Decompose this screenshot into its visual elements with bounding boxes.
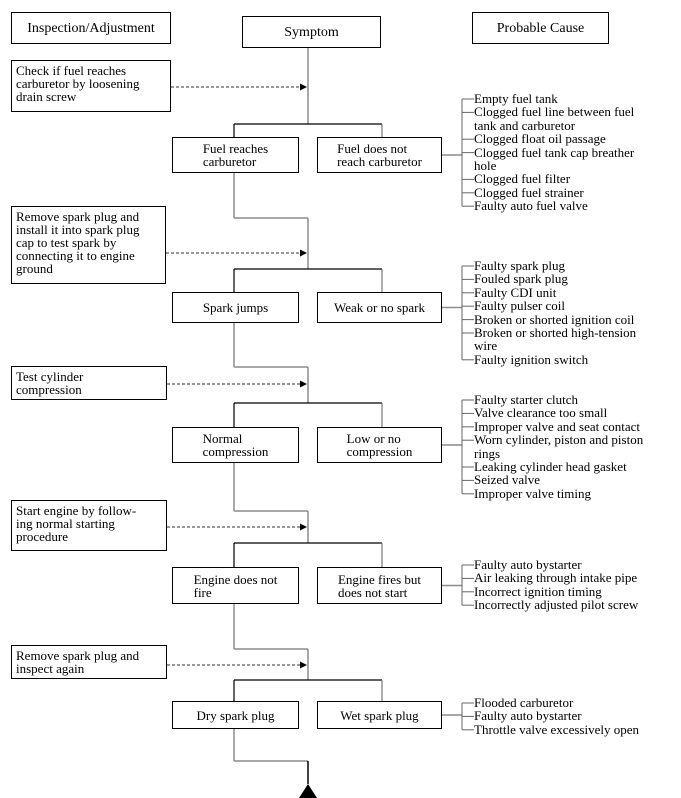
probable-cause-item: Faulty starter clutch xyxy=(474,392,578,407)
inspection-step-text: Remove spark plug and install it into spa… xyxy=(16,210,161,275)
header-inspection-adjustment: Inspection/Adjustment xyxy=(11,12,171,44)
symptom-ok-text: Engine does not fire xyxy=(194,573,278,599)
inspection-step-text: Remove spark plug and inspect again xyxy=(16,649,162,675)
inspection-step-text-line: procedure xyxy=(16,529,68,544)
symptom-ok-text: Dry spark plug xyxy=(197,709,275,722)
inspection-step-box: Check if fuel reaches carburetor by loose… xyxy=(11,60,171,112)
probable-cause-item: Faulty auto fuel valve xyxy=(474,198,588,214)
inspection-step-box: Remove spark plug and install it into spa… xyxy=(11,206,166,284)
symptom-fail-text: Weak or no spark xyxy=(334,301,425,314)
symptom-fail-text-line: Wet spark plug xyxy=(340,707,419,723)
probable-cause-item: Faulty CDI unit xyxy=(474,284,557,300)
symptom-ok-text-line: Engine does not xyxy=(193,571,278,587)
probable-cause-item: Faulty spark plug xyxy=(474,258,565,273)
symptom-ok-text: Spark jumps xyxy=(203,301,268,314)
symptom-fail-box: Low or no compression xyxy=(317,427,442,463)
symptom-ok-box: Engine does not fire xyxy=(172,567,299,604)
symptom-ok-text: Normal compression xyxy=(203,432,269,458)
probable-cause-list: Faulty auto bystarter Air leaking through… xyxy=(474,558,638,612)
arrowhead-icon xyxy=(300,249,307,257)
symptom-fail-box: Weak or no spark xyxy=(317,292,442,323)
symptom-ok-box: Fuel reaches carburetor xyxy=(172,137,299,173)
symptom-ok-box: Spark jumps xyxy=(172,292,299,323)
header-symptom-label: Symptom xyxy=(284,24,339,40)
probable-cause-item: Valve clearance too small xyxy=(474,405,608,421)
probable-cause-list: Flooded carburetor Faulty auto bystarter T… xyxy=(474,695,639,737)
symptom-fail-text-line: does not start xyxy=(337,584,408,600)
arrowhead-icon xyxy=(300,661,307,669)
symptom-fail-box: Wet spark plug xyxy=(317,701,442,729)
probable-cause-item: Faulty auto bystarter xyxy=(474,557,582,572)
probable-cause-item: wire xyxy=(474,338,498,354)
probable-cause-item: Incorrectly adjusted pilot screw xyxy=(474,597,639,613)
symptom-fail-text: Fuel does not reach carburetor xyxy=(337,142,422,168)
probable-cause-item: Faulty ignition switch xyxy=(474,351,589,367)
symptom-fail-box: Fuel does not reach carburetor xyxy=(317,137,442,173)
inspection-step-box: Remove spark plug and inspect again xyxy=(11,645,167,679)
symptom-fail-text: Engine fires but does not start xyxy=(338,573,421,599)
probable-cause-item: Flooded carburetor xyxy=(474,695,574,710)
symptom-ok-text-line: fire xyxy=(193,584,212,600)
probable-cause-item: Incorrect ignition timing xyxy=(474,583,602,599)
inspection-step-text-line: inspect again xyxy=(16,661,85,676)
probable-cause-item: Fouled spark plug xyxy=(474,271,568,287)
probable-cause-item: Improper valve timing xyxy=(474,485,591,501)
header-symptom: Symptom xyxy=(242,16,381,48)
symptom-ok-text-line: Spark jumps xyxy=(202,300,269,315)
arrowhead-icon xyxy=(300,380,307,388)
probable-cause-item: Clogged fuel filter xyxy=(474,171,571,187)
symptom-fail-text-line: reach carburetor xyxy=(337,154,422,169)
symptom-ok-text: Fuel reaches carburetor xyxy=(203,142,268,168)
header-cause-label: Probable Cause xyxy=(496,20,585,36)
inspection-step-text: Check if fuel reaches carburetor by loose… xyxy=(16,64,166,103)
probable-cause-item: rings xyxy=(474,445,500,461)
probable-cause-item: Air leaking through intake pipe xyxy=(474,570,638,586)
inspection-step-text-line: drain screw xyxy=(16,89,77,104)
arrowhead-icon xyxy=(300,83,307,91)
inspection-step-text: Test cylinder compression xyxy=(16,370,162,396)
symptom-ok-text-line: Dry spark plug xyxy=(196,707,275,723)
header-probable-cause: Probable Cause xyxy=(472,12,609,44)
symptom-ok-box: Dry spark plug xyxy=(172,701,299,729)
probable-cause-item: hole xyxy=(474,158,497,174)
inspection-step-box: Test cylinder compression xyxy=(11,366,167,400)
probable-cause-list: Faulty starter clutch Valve clearance too… xyxy=(474,392,644,501)
arrowhead-icon xyxy=(300,523,307,531)
header-inspection-label: Inspection/Adjustment xyxy=(27,20,155,36)
symptom-ok-text-line: compression xyxy=(202,444,269,459)
symptom-fail-text-line: Weak or no spark xyxy=(333,300,425,315)
symptom-fail-text-line: Engine fires but xyxy=(337,571,422,587)
probable-cause-item: Clogged fuel tank cap breather xyxy=(474,144,635,160)
symptom-fail-box: Engine fires but does not start xyxy=(317,567,442,604)
probable-cause-item: Worn cylinder, piston and piston xyxy=(474,432,644,448)
probable-cause-item: Clogged fuel line between fuel xyxy=(474,104,635,120)
inspection-step-box: Start engine by follow-ing normal starti… xyxy=(11,500,167,551)
probable-cause-item: Leaking cylinder head gasket xyxy=(474,459,627,475)
probable-cause-item: Improper valve and seat contact xyxy=(474,418,641,434)
symptom-ok-box: Normal compression xyxy=(172,427,299,463)
troubleshooting-flowchart: Inspection/Adjustment Symptom Probable C… xyxy=(0,0,681,798)
probable-cause-item: tank and carburetor xyxy=(474,117,576,133)
probable-cause-item: Clogged fuel strainer xyxy=(474,184,584,200)
symptom-fail-text: Wet spark plug xyxy=(340,709,418,722)
probable-cause-item: Throttle valve excessively open xyxy=(474,721,639,737)
inspection-step-text-line: compression xyxy=(16,382,82,397)
probable-cause-list: Empty fuel tank Clogged fuel line between… xyxy=(474,92,634,213)
inspection-step-text-line: ground xyxy=(16,261,53,276)
continue-arrow-icon xyxy=(299,784,317,798)
probable-cause-list: Faulty spark plug Fouled spark plug Faulty… xyxy=(474,258,637,367)
probable-cause-item: Broken or shorted high-tension xyxy=(474,325,637,341)
probable-cause-item: Empty fuel tank xyxy=(474,91,558,106)
symptom-ok-text-line: carburetor xyxy=(202,154,257,169)
inspection-step-text: Start engine by follow-ing normal starti… xyxy=(16,504,162,543)
symptom-fail-text-line: compression xyxy=(346,444,413,459)
probable-cause-item: Broken or shorted ignition coil xyxy=(474,311,635,327)
probable-cause-item: Faulty pulser coil xyxy=(474,298,565,314)
symptom-fail-text: Low or no compression xyxy=(347,432,413,458)
probable-cause-item: Seized valve xyxy=(474,472,541,488)
probable-cause-item: Clogged float oil passage xyxy=(474,131,606,147)
probable-cause-item: Faulty auto bystarter xyxy=(474,708,582,724)
